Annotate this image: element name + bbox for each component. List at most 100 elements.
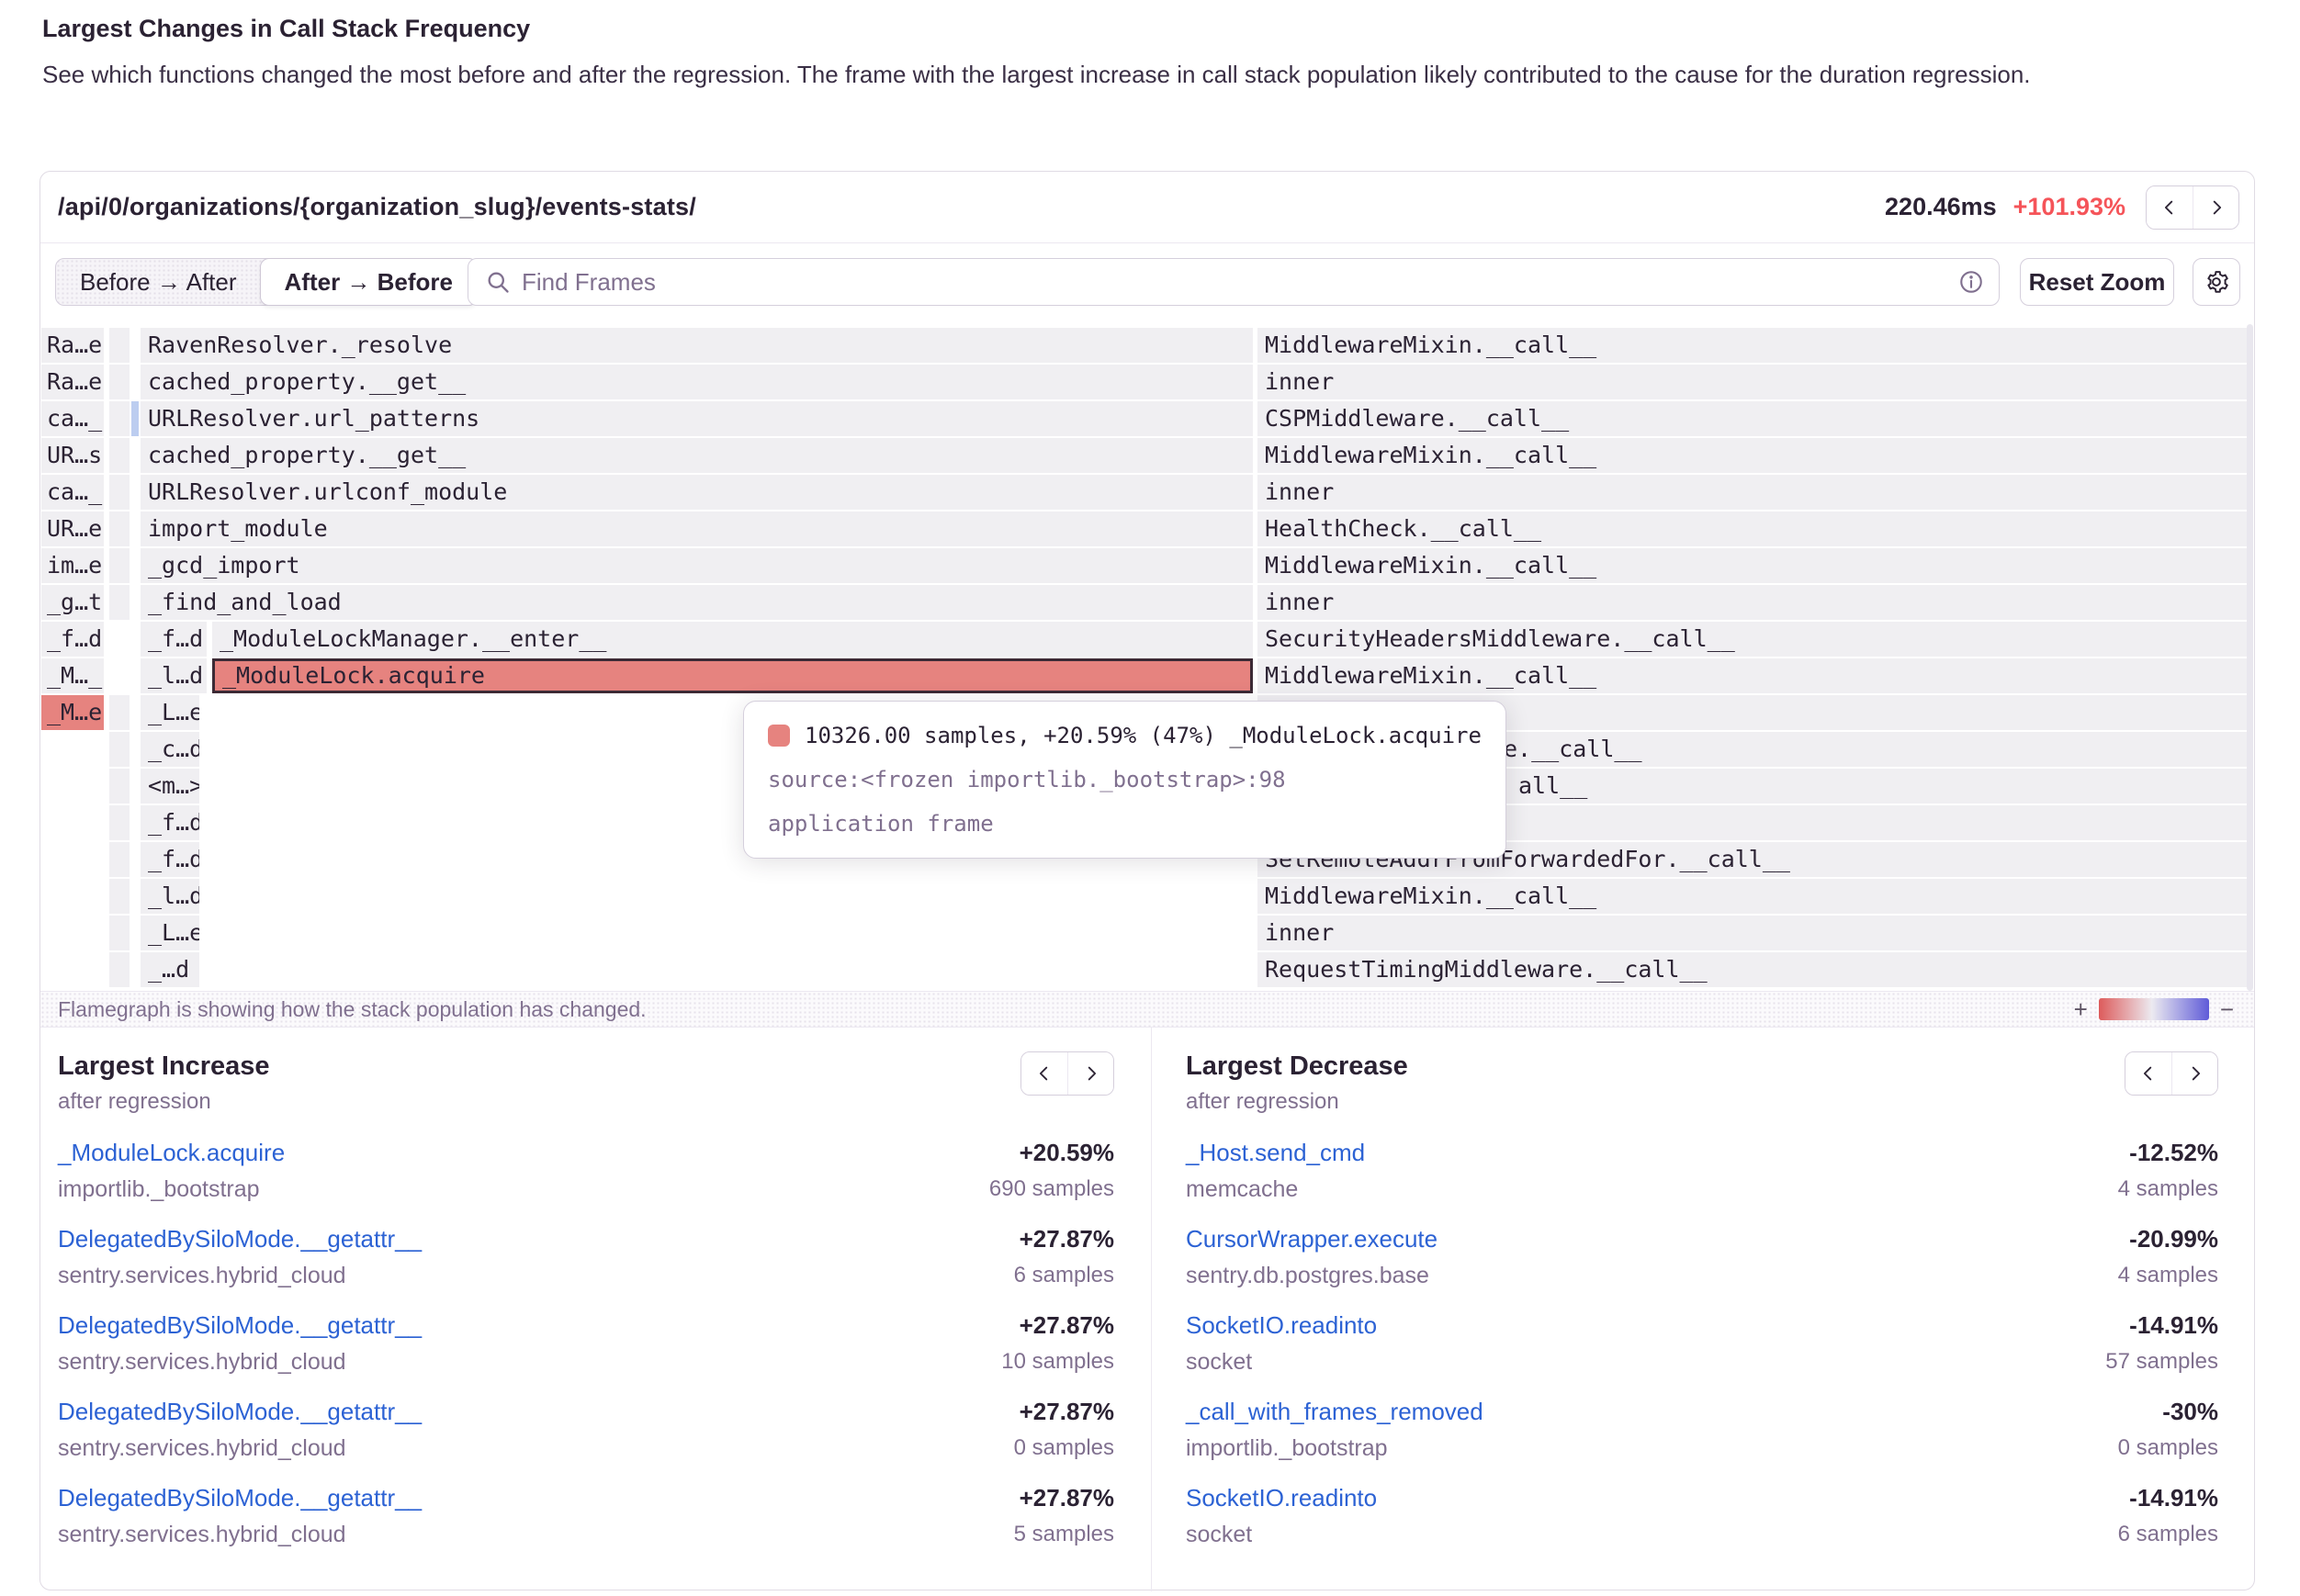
frame-bar-right[interactable]: MiddlewareMixin.__call__ — [1257, 328, 2253, 363]
frame-cell-left[interactable]: im…e — [41, 548, 104, 583]
frame-mini-cell[interactable] — [109, 548, 130, 583]
frame-mini-cell[interactable] — [109, 842, 130, 877]
increase-pager — [1020, 1051, 1114, 1096]
flamegraph[interactable]: Ra…eRavenResolver._resolveMiddlewareMixi… — [40, 324, 2254, 991]
frame-cell-left[interactable]: _M…e — [41, 695, 104, 730]
frame-mini-cell[interactable] — [109, 805, 130, 840]
frame-cell[interactable]: _f…d — [141, 842, 199, 877]
search-input[interactable] — [522, 268, 1958, 297]
settings-button[interactable] — [2193, 258, 2240, 306]
function-link[interactable]: SocketIO.readinto — [1186, 1311, 1377, 1339]
frame-mini-cell[interactable] — [109, 438, 130, 473]
page-title: Largest Changes in Call Stack Frequency — [42, 15, 530, 43]
function-link[interactable]: _Host.send_cmd — [1186, 1139, 1365, 1166]
frame-cell[interactable]: _L…e — [141, 916, 199, 950]
frame-bar[interactable]: _find_and_load — [141, 585, 1253, 620]
function-link[interactable]: DelegatedBySiloMode.__getattr__ — [58, 1311, 422, 1339]
frame-indicator[interactable] — [131, 401, 139, 436]
decrease-prev-button[interactable] — [2125, 1052, 2171, 1095]
frame-mini-cell[interactable] — [109, 879, 130, 914]
frame-bar[interactable]: URLResolver.urlconf_module — [141, 475, 1253, 510]
info-icon[interactable] — [1958, 269, 1984, 295]
function-link[interactable]: DelegatedBySiloMode.__getattr__ — [58, 1398, 422, 1425]
frame-bar[interactable]: RavenResolver._resolve — [141, 328, 1253, 363]
frame-cell-left[interactable]: Ra…e — [41, 365, 104, 399]
frame-mini-cell[interactable] — [109, 732, 130, 767]
frame-cell-left[interactable]: _f…d — [41, 622, 104, 657]
increase-title: Largest Increase — [58, 1051, 1020, 1082]
frame-cell[interactable]: _f…d — [141, 622, 207, 657]
frame-label: _M…_ — [41, 658, 102, 693]
frame-bar-right[interactable]: inner — [1257, 475, 2253, 510]
frame-bar-right[interactable]: inner — [1257, 365, 2253, 399]
frame-cell[interactable]: _L…e — [141, 695, 199, 730]
frame-cell-left[interactable]: UR…e — [41, 511, 104, 546]
frame-mini-cell[interactable] — [109, 916, 130, 950]
frame-mini-cell[interactable] — [109, 475, 130, 510]
frame-cell-left[interactable]: _M…_ — [41, 658, 104, 693]
frame-bar-right[interactable]: MiddlewareMixin.__call__ — [1257, 438, 2253, 473]
frame-bar-right[interactable]: inner — [1257, 585, 2253, 620]
function-link[interactable]: DelegatedBySiloMode.__getattr__ — [58, 1484, 422, 1512]
frame-bar[interactable]: _gcd_import — [141, 548, 1253, 583]
frame-mini-cell[interactable] — [109, 328, 130, 363]
frame-bar-right[interactable]: inner — [1257, 916, 2253, 950]
function-link[interactable]: _ModuleLock.acquire — [58, 1139, 285, 1166]
frame-cell[interactable]: _…d — [141, 952, 199, 987]
status-text: Flamegraph is showing how the stack popu… — [58, 997, 647, 1022]
frame-mini-cell[interactable] — [109, 695, 130, 730]
flamegraph-scrollbar[interactable] — [2247, 324, 2253, 991]
function-link[interactable]: DelegatedBySiloMode.__getattr__ — [58, 1225, 422, 1253]
function-link[interactable]: _call_with_frames_removed — [1186, 1398, 1483, 1425]
selected-frame[interactable]: _ModuleLock.acquire — [212, 658, 1253, 693]
frame-bar[interactable]: cached_property.__get__ — [141, 365, 1253, 399]
frame-bar-right[interactable]: HealthCheck.__call__ — [1257, 511, 2253, 546]
frame-bar[interactable]: cached_property.__get__ — [141, 438, 1253, 473]
frame-mini-cell[interactable] — [109, 401, 130, 436]
frame-bar[interactable]: URLResolver.url_patterns — [141, 401, 1253, 436]
frame-cell[interactable]: _l…d — [141, 879, 199, 914]
frame-cell-left[interactable]: UR…s — [41, 438, 104, 473]
frame-bar-right[interactable]: CSPMiddleware.__call__ — [1257, 401, 2253, 436]
tooltip-samples-line: 10326.00 samples, +20.59% (47%) _ModuleL… — [768, 720, 1482, 751]
frame-bar-right[interactable]: RequestTimingMiddleware.__call__ — [1257, 952, 2253, 987]
frame-cell[interactable]: _l…d — [141, 658, 207, 693]
frame-cell[interactable]: _f…d — [141, 805, 199, 840]
frame-label: ca…_ — [41, 475, 102, 510]
frame-bar[interactable]: _ModuleLockManager.__enter__ — [212, 622, 1253, 657]
find-frames-search[interactable] — [468, 258, 2000, 306]
toggle-before-after[interactable]: Before → After — [56, 259, 261, 305]
function-package: sentry.services.hybrid_cloud — [58, 1349, 422, 1376]
frame-mini-cell[interactable] — [109, 952, 130, 987]
frame-label: Ra…e — [41, 365, 102, 399]
frame-mini-cell[interactable] — [109, 365, 130, 399]
frame-bar-right[interactable]: MiddlewareMixin.__call__ — [1257, 879, 2253, 914]
prev-endpoint-button[interactable] — [2147, 186, 2193, 229]
frame-cell-left[interactable]: Ra…e — [41, 328, 104, 363]
function-link[interactable]: CursorWrapper.execute — [1186, 1225, 1438, 1253]
frame-mini-cell[interactable] — [109, 511, 130, 546]
function-link[interactable]: SocketIO.readinto — [1186, 1484, 1377, 1512]
frame-cell-left[interactable]: ca…_ — [41, 475, 104, 510]
frame-bar-right[interactable]: MiddlewareMixin.__call__ — [1257, 658, 2253, 693]
frame-bar-right[interactable]: SecurityHeadersMiddleware.__call__ — [1257, 622, 2253, 657]
change-percent: +27.87% — [1014, 1225, 1114, 1253]
frame-cell-left[interactable]: _g…t — [41, 585, 104, 620]
frame-bar-right[interactable]: MiddlewareMixin.__call__ — [1257, 548, 2253, 583]
chevron-left-icon — [2138, 1063, 2159, 1084]
frame-bar[interactable]: import_module — [141, 511, 1253, 546]
decrease-next-button[interactable] — [2171, 1052, 2217, 1095]
toggle-after-before[interactable]: After → Before — [260, 258, 478, 306]
frame-cell-left[interactable]: ca…_ — [41, 401, 104, 436]
frame-mini-cell[interactable] — [109, 585, 130, 620]
increase-prev-button[interactable] — [1021, 1052, 1067, 1095]
reset-zoom-button[interactable]: Reset Zoom — [2020, 258, 2174, 306]
decrease-items: _Host.send_cmdmemcache-12.52%4 samplesCu… — [1186, 1139, 2218, 1548]
decrease-pager — [2125, 1051, 2218, 1096]
next-endpoint-button[interactable] — [2193, 186, 2238, 229]
frame-cell[interactable]: <m…> — [141, 769, 199, 804]
frame-mini-cell[interactable] — [109, 769, 130, 804]
increase-next-button[interactable] — [1067, 1052, 1113, 1095]
frame-cell[interactable]: _c…d — [141, 732, 199, 767]
list-item: _ModuleLock.acquireimportlib._bootstrap+… — [58, 1139, 1114, 1203]
